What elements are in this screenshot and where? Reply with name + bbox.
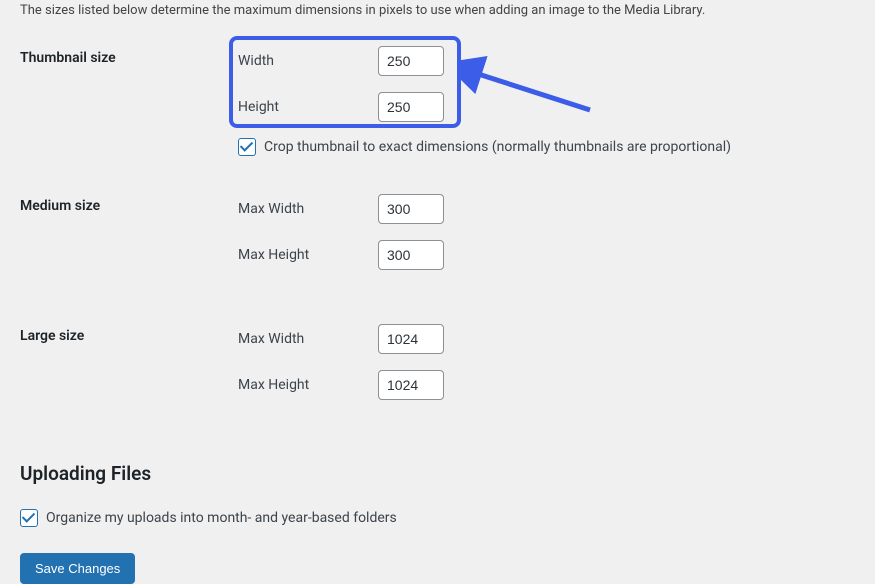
thumbnail-width-row: Width (238, 46, 855, 76)
large-height-label: Max Height (238, 377, 378, 393)
large-width-input[interactable] (378, 324, 444, 354)
large-width-label: Max Width (238, 331, 378, 347)
medium-height-input[interactable] (378, 240, 444, 270)
large-size-heading: Large size (20, 286, 238, 416)
intro-text: The sizes listed below determine the max… (20, 0, 855, 18)
thumbnail-height-label: Height (238, 99, 378, 115)
thumbnail-size-heading: Thumbnail size (20, 40, 238, 156)
medium-height-row: Max Height (238, 240, 855, 270)
organize-uploads-checkbox[interactable] (20, 509, 38, 527)
medium-height-label: Max Height (238, 247, 378, 263)
organize-uploads-row: Organize my uploads into month- and year… (20, 509, 855, 527)
thumbnail-height-input[interactable] (378, 92, 444, 122)
crop-thumbnail-checkbox[interactable] (238, 138, 256, 156)
settings-table: Thumbnail size Width Height Crop thumbna… (20, 40, 855, 416)
uploading-files-heading: Uploading Files (20, 462, 855, 485)
large-width-row: Max Width (238, 324, 855, 354)
thumbnail-width-input[interactable] (378, 46, 444, 76)
medium-width-label: Max Width (238, 201, 378, 217)
large-height-input[interactable] (378, 370, 444, 400)
medium-width-input[interactable] (378, 194, 444, 224)
crop-thumbnail-row: Crop thumbnail to exact dimensions (norm… (238, 138, 855, 156)
thumbnail-height-row: Height (238, 92, 855, 122)
organize-uploads-label: Organize my uploads into month- and year… (46, 510, 397, 526)
large-height-row: Max Height (238, 370, 855, 400)
thumbnail-width-label: Width (238, 53, 378, 69)
medium-width-row: Max Width (238, 194, 855, 224)
crop-thumbnail-label: Crop thumbnail to exact dimensions (norm… (264, 139, 731, 155)
medium-size-heading: Medium size (20, 156, 238, 286)
